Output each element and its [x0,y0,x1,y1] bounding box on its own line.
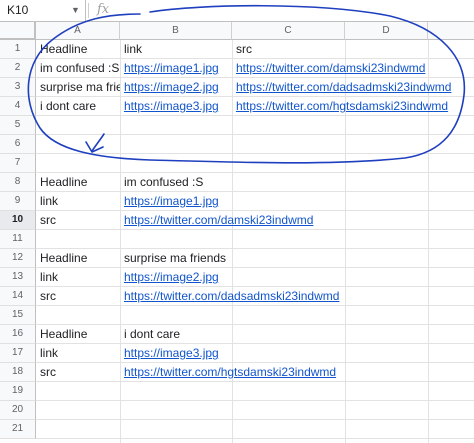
cell-reference: K10 [7,3,29,17]
cell-b4-link[interactable]: https://image3.jpg [121,97,232,116]
cell-a14[interactable]: src [37,287,120,306]
scribble-arrow-line [91,133,105,152]
cell-c2-link[interactable]: https://twitter.com/damski23indwmd [233,59,425,78]
row-header-9[interactable]: 9 [0,192,36,211]
cell-b12[interactable]: surprise ma friends [121,249,232,268]
cell-b17-link[interactable]: https://image3.jpg [121,344,232,363]
row-header-10[interactable]: 10 [0,211,36,230]
row-header-8[interactable]: 8 [0,173,36,192]
gridline [36,419,474,420]
cell-a18[interactable]: src [37,363,120,382]
row-header-15[interactable]: 15 [0,306,36,325]
row-header-20[interactable]: 20 [0,401,36,420]
row-header-21[interactable]: 21 [0,420,36,439]
cell-b2-link[interactable]: https://image1.jpg [121,59,232,78]
cell-b1[interactable]: link [121,40,232,59]
row-header-4[interactable]: 4 [0,97,36,116]
cell-a10[interactable]: src [37,211,120,230]
cell-a2[interactable]: im confused :S [37,59,120,78]
cell-a9[interactable]: link [37,192,120,211]
row-header-13[interactable]: 13 [0,268,36,287]
fx-icon: fx [97,2,110,17]
column-header-e[interactable] [428,22,474,40]
row-header-5[interactable]: 5 [0,116,36,135]
cell-a8[interactable]: Headline [37,173,120,192]
cell-a17[interactable]: link [37,344,120,363]
column-header-a[interactable]: A [36,22,120,40]
cell-b18-link[interactable]: https://twitter.com/hgtsdamski23indwmd [121,363,336,382]
row-header-3[interactable]: 3 [0,78,36,97]
cell-c4-link[interactable]: https://twitter.com/hgtsdamski23indwmd [233,97,448,116]
cell-b9-link[interactable]: https://image1.jpg [121,192,232,211]
cell-c1[interactable]: src [233,40,345,59]
chevron-down-icon[interactable]: ▼ [71,5,80,15]
cell-a3[interactable]: surprise ma friends [37,78,120,97]
cell-b3-link[interactable]: https://image2.jpg [121,78,232,97]
gridline [36,400,474,401]
row-header-11[interactable]: 11 [0,230,36,249]
row-header-16[interactable]: 16 [0,325,36,344]
divider [88,3,89,18]
row-header-1[interactable]: 1 [0,40,36,59]
formula-bar: K10 ▼ fx [0,0,474,22]
cell-a13[interactable]: link [37,268,120,287]
cell-a16[interactable]: Headline [37,325,120,344]
gridline [36,438,474,439]
cell-b8[interactable]: im confused :S [121,173,232,192]
row-header-2[interactable]: 2 [0,59,36,78]
cell-b16[interactable]: i dont care [121,325,232,344]
row-header-6[interactable]: 6 [0,135,36,154]
cell-a1[interactable]: Headline [37,40,120,59]
cell-a12[interactable]: Headline [37,249,120,268]
cell-b14-link[interactable]: https://twitter.com/dadsadmski23indwmd [121,287,339,306]
row-header-12[interactable]: 12 [0,249,36,268]
cell-a4[interactable]: i dont care [37,97,120,116]
select-all-corner[interactable] [0,22,36,40]
formula-input[interactable] [120,1,470,20]
gridline [36,153,474,154]
row-header-19[interactable]: 19 [0,382,36,401]
cell-b13-link[interactable]: https://image2.jpg [121,268,232,287]
row-header-7[interactable]: 7 [0,154,36,173]
row-header-14[interactable]: 14 [0,287,36,306]
row-header-18[interactable]: 18 [0,363,36,382]
cell-c3-link[interactable]: https://twitter.com/dadsadmski23indwmd [233,78,451,97]
gridline [36,134,474,135]
column-header-b[interactable]: B [120,22,232,40]
scribble-arrow-head [85,141,104,153]
name-box[interactable]: K10 ▼ [0,0,86,21]
column-header-d[interactable]: D [345,22,428,40]
cell-b10-link[interactable]: https://twitter.com/damski23indwmd [121,211,313,230]
column-header-c[interactable]: C [232,22,345,40]
row-header-17[interactable]: 17 [0,344,36,363]
